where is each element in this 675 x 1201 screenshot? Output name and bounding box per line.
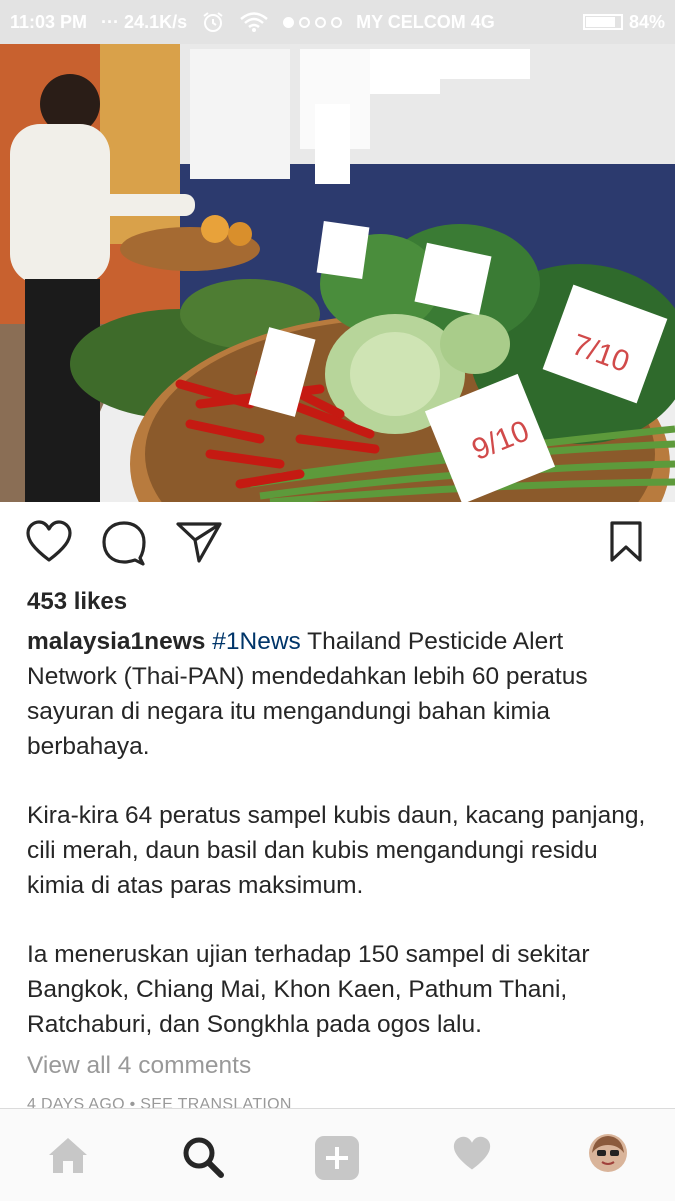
- network-speed: ··· 24.1K/s: [101, 12, 187, 33]
- signal-strength-icon: [283, 16, 343, 28]
- activity-heart-icon[interactable]: [451, 1135, 493, 1173]
- share-icon[interactable]: [175, 520, 223, 564]
- comment-icon[interactable]: [100, 520, 148, 566]
- status-bar: 11:03 PM ··· 24.1K/s MY CELCOM 4G 84%: [0, 0, 675, 44]
- caption-username[interactable]: malaysia1news: [27, 628, 205, 655]
- bottom-nav: [0, 1108, 675, 1201]
- post-image[interactable]: 9/10 7/10: [0, 44, 675, 502]
- likes-count[interactable]: 453 likes: [27, 588, 127, 616]
- view-all-comments-link[interactable]: View all 4 comments: [27, 1052, 251, 1080]
- add-post-icon[interactable]: [314, 1135, 360, 1181]
- caption-text-p3: Ia meneruskan ujian terhadap 150 sampel …: [27, 941, 590, 1038]
- post-actions: [0, 520, 675, 570]
- battery-icon: [582, 14, 623, 30]
- battery-percent: 84%: [628, 11, 665, 32]
- dots-icon: ···: [101, 11, 120, 32]
- status-time: 11:03 PM: [10, 11, 88, 32]
- search-icon[interactable]: [181, 1135, 225, 1179]
- network-speed-value: 24.1K/s: [124, 11, 188, 32]
- caption-hashtag[interactable]: #1News: [212, 628, 301, 655]
- wifi-icon: [240, 12, 268, 32]
- heart-icon[interactable]: [25, 520, 73, 564]
- vegetable-market-photo: 9/10 7/10: [0, 44, 675, 502]
- post-caption: malaysia1news #1News Thailand Pesticide …: [27, 624, 652, 1076]
- price-tag: [316, 221, 370, 279]
- alarm-icon: [203, 12, 223, 32]
- carrier-name: MY CELCOM 4G: [356, 11, 495, 32]
- caption-text-p2: Kira-kira 64 peratus sampel kubis daun, …: [27, 802, 646, 899]
- home-icon[interactable]: [47, 1135, 89, 1175]
- bookmark-icon[interactable]: [608, 520, 644, 564]
- profile-avatar[interactable]: [588, 1133, 628, 1173]
